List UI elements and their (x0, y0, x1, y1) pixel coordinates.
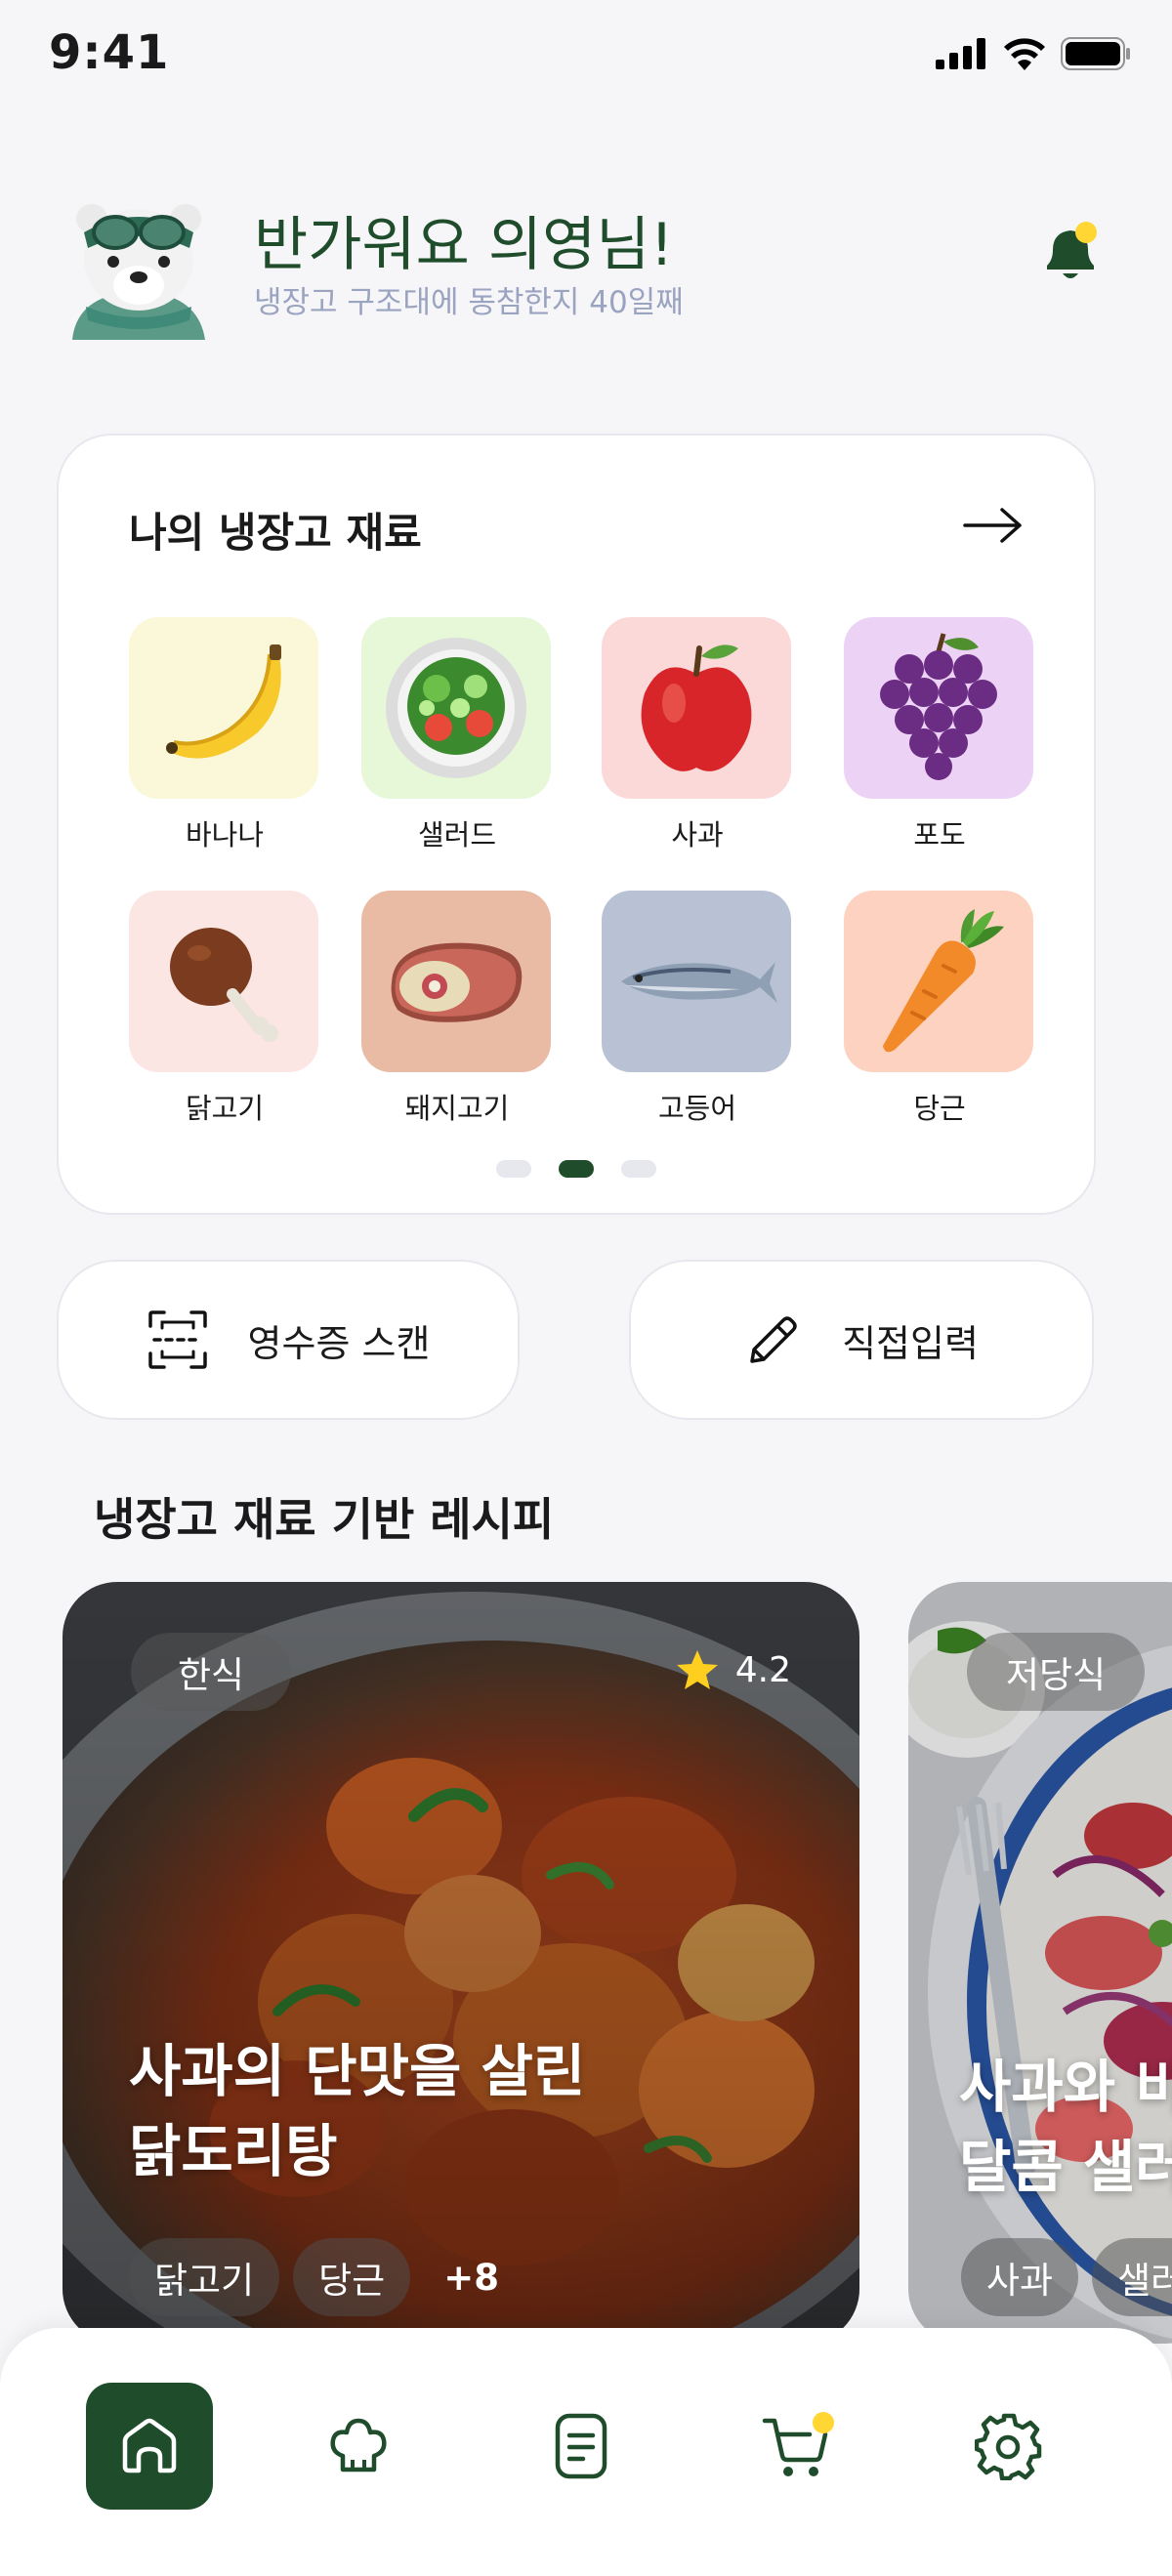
carrot-icon (883, 909, 1004, 1053)
ingredient-apple[interactable]: 사과 (602, 617, 793, 853)
status-bar: 9:41 (0, 0, 1172, 107)
ingredient-tile (844, 891, 1033, 1072)
recipe-card[interactable]: 한식 4.2 사과의 단맛을 살린 닭도리탕 닭고기 당근 +8 (63, 1582, 859, 2344)
ingredient-label: 당근 (913, 1092, 966, 1125)
page-dot[interactable] (621, 1160, 656, 1178)
ingredient-grape[interactable]: 포도 (844, 617, 1035, 853)
nav-recipes[interactable] (295, 2383, 422, 2510)
banana-icon (166, 644, 281, 759)
recipe-title-line: 사과와 비 (959, 2054, 1172, 2120)
nav-home[interactable] (86, 2383, 213, 2510)
document-icon (555, 2413, 607, 2479)
rating-value: 4.2 (734, 1649, 791, 1690)
recipe-category-tag: 저당식 (967, 1633, 1146, 1711)
cellular-signal-icon (936, 38, 985, 69)
page-dot[interactable] (496, 1160, 531, 1178)
apple-icon (641, 644, 752, 771)
chef-hat-icon (330, 2418, 387, 2472)
recipe-title: 사과와 비 달콤 샐러 (959, 2047, 1172, 2207)
ingredient-tag: 샐러 (1092, 2238, 1172, 2316)
gear-icon (975, 2413, 1042, 2480)
scan-icon (147, 1310, 207, 1369)
ingredient-tile (361, 891, 551, 1072)
ingredient-label: 샐러드 (417, 818, 497, 852)
recipe-title: 사과의 단맛을 살린 닭도리탕 (129, 2031, 734, 2191)
pencil-icon (750, 1316, 797, 1363)
bottom-navigation (0, 2328, 1172, 2576)
home-icon (122, 2418, 177, 2473)
manual-input-button[interactable]: 직접입력 (629, 1260, 1094, 1420)
ingredient-label: 포도 (913, 818, 966, 852)
recipe-ingredient-tags: 닭고기 당근 +8 (129, 2238, 519, 2316)
ingredient-tile (129, 891, 318, 1072)
ingredient-tile (361, 617, 551, 799)
recipe-section-title: 냉장고 재료 기반 레시피 (94, 1493, 555, 1546)
ingredient-salad[interactable]: 샐러드 (361, 617, 553, 853)
ingredient-label: 고등어 (657, 1092, 737, 1125)
nav-settings[interactable] (945, 2383, 1072, 2510)
status-time: 9:41 (49, 25, 170, 80)
ingredient-tag: 당근 (293, 2238, 411, 2316)
nav-cart[interactable] (734, 2383, 861, 2510)
mackerel-icon (621, 962, 777, 1003)
wifi-icon (1004, 38, 1045, 70)
ingredient-label: 사과 (671, 818, 724, 852)
arrow-right-icon[interactable] (963, 506, 1024, 545)
ingredient-carrot[interactable]: 당근 (844, 891, 1035, 1127)
ingredient-tile (844, 617, 1033, 799)
chicken-leg-icon (170, 928, 278, 1042)
more-ingredients-count: +8 (443, 2256, 499, 2299)
page-dot-active[interactable] (559, 1160, 594, 1178)
ingredient-mackerel[interactable]: 고등어 (602, 891, 793, 1127)
ingredient-tile (602, 617, 791, 799)
receipt-scan-button[interactable]: 영수증 스캔 (57, 1260, 520, 1420)
ingredient-label: 바나나 (185, 818, 265, 852)
star-icon (676, 1650, 718, 1689)
recipe-category-tag: 한식 (131, 1633, 292, 1711)
ingredient-tile (129, 617, 318, 799)
recipe-title-line: 닭도리탕 (129, 2118, 338, 2184)
recipe-title-line: 달콤 샐러 (959, 2134, 1172, 2200)
notification-bell-icon[interactable] (1031, 215, 1109, 293)
grape-icon (880, 633, 997, 780)
ingredient-banana[interactable]: 바나나 (129, 617, 320, 853)
greeting-header: 반가워요 의영님! 냉장고 구조대에 동참한지 40일째 (63, 191, 1109, 348)
ingredient-tile (602, 891, 791, 1072)
ingredient-pork[interactable]: 돼지고기 (361, 891, 553, 1127)
ingredient-tag: 사과 (961, 2238, 1079, 2316)
greeting-title: 반가워요 의영님! (254, 211, 674, 279)
ingredient-tag: 닭고기 (129, 2238, 280, 2316)
fridge-card-title: 나의 냉장고 재료 (129, 509, 422, 557)
battery-icon (1061, 37, 1130, 70)
recipe-title-line: 사과의 단맛을 살린 (129, 2038, 586, 2104)
ingredient-label: 돼지고기 (404, 1092, 510, 1125)
salad-icon (386, 638, 526, 778)
cart-icon (762, 2412, 834, 2476)
receipt-scan-label: 영수증 스캔 (247, 1321, 431, 1365)
polar-bear-avatar (72, 204, 205, 340)
nav-list[interactable] (518, 2383, 645, 2510)
recipe-ingredient-tags: 사과 샐러 (961, 2238, 1172, 2316)
ingredient-label: 닭고기 (185, 1092, 265, 1125)
fridge-ingredients-card: 나의 냉장고 재료 바나나 샐러드 사과 포도 닭고기 돼지고기 고등어 당근 (57, 434, 1096, 1215)
pagination-dots (59, 1160, 1094, 1178)
ingredient-chicken[interactable]: 닭고기 (129, 891, 320, 1127)
greeting-subtitle: 냉장고 구조대에 동참한지 40일째 (254, 285, 684, 320)
manual-input-label: 직접입력 (842, 1321, 979, 1365)
recipe-rating: 4.2 (675, 1648, 791, 1691)
pork-icon (391, 942, 523, 1022)
status-icons (936, 37, 1131, 70)
recipe-card[interactable]: 저당식 사과와 비 달콤 샐러 사과 샐러 (908, 1582, 1172, 2344)
